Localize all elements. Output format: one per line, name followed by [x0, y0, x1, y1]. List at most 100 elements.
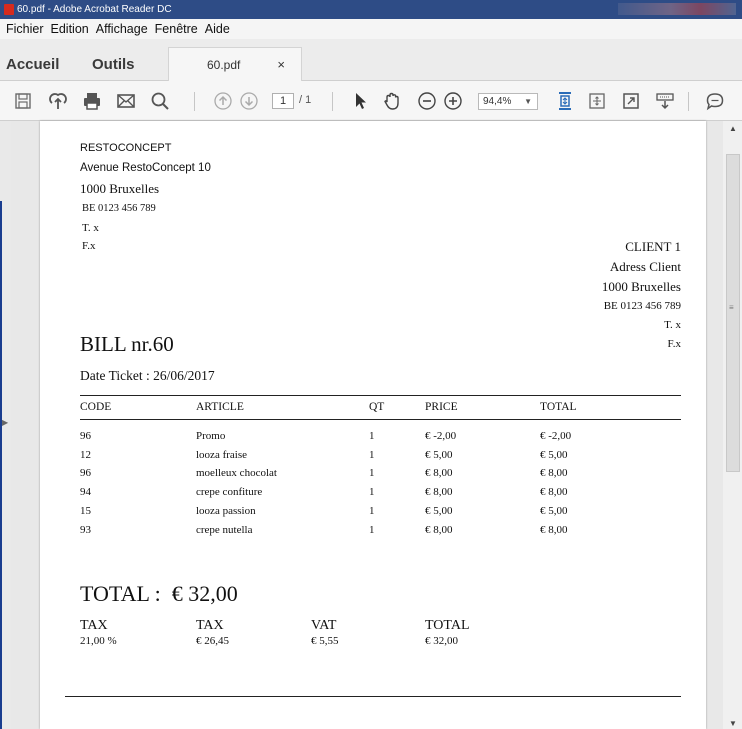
cell-total: € 8,00 — [540, 524, 568, 536]
window-title: 60.pdf - Adobe Acrobat Reader DC — [17, 4, 172, 15]
cell-total: € 8,00 — [540, 486, 568, 498]
cell-article: crepe confiture — [196, 486, 263, 498]
summary-total: € 32,00 — [425, 635, 458, 647]
scroll-down-arrow-icon[interactable]: ▼ — [729, 719, 737, 728]
search-icon[interactable] — [149, 90, 171, 112]
toolbar: 1 / 1 94,4% ▼ — [0, 81, 742, 121]
toolbar-divider — [332, 92, 333, 111]
comment-icon[interactable] — [704, 90, 726, 112]
client-city: 1000 Bruxelles — [601, 279, 681, 294]
menu-fenetre[interactable]: Fenêtre — [155, 22, 198, 36]
select-tool-icon[interactable] — [349, 90, 371, 112]
scrollbar-grip-icon: ≡ — [729, 303, 734, 312]
column-header-price: PRICE — [425, 401, 458, 413]
toolbar-divider — [688, 92, 689, 111]
tab-accueil[interactable]: Accueil — [6, 47, 59, 81]
column-header-code: CODE — [80, 401, 112, 413]
column-header-qt: QT — [369, 401, 385, 413]
pdf-page: RESTOCONCEPT Avenue RestoConcept 10 1000… — [40, 121, 706, 729]
print-icon[interactable] — [81, 90, 103, 112]
company-tel: T. x — [82, 222, 99, 234]
table-header-rule — [80, 419, 681, 420]
cell-price: € 8,00 — [425, 524, 453, 536]
client-vat: BE 0123 456 789 — [603, 300, 681, 312]
summary-header-tax-base: TAX — [196, 618, 224, 633]
toolbar-divider — [194, 92, 195, 111]
cell-price: € 5,00 — [425, 449, 453, 461]
summary-tax-base: € 26,45 — [196, 635, 229, 647]
title-bar: 60.pdf - Adobe Acrobat Reader DC — [0, 0, 742, 19]
cell-total: € 8,00 — [540, 467, 568, 479]
email-icon[interactable] — [115, 90, 137, 112]
chevron-down-icon: ▼ — [524, 97, 532, 106]
cell-qt: 1 — [369, 467, 375, 479]
page-number-input[interactable]: 1 — [272, 93, 294, 109]
zoom-value: 94,4% — [483, 96, 512, 107]
next-page-icon[interactable] — [238, 90, 260, 112]
page-total: / 1 — [299, 94, 312, 106]
hand-tool-icon[interactable] — [381, 90, 403, 112]
cell-code: 15 — [80, 505, 91, 517]
cell-code: 93 — [80, 524, 91, 536]
tab-outils[interactable]: Outils — [92, 47, 135, 81]
cell-total: € -2,00 — [540, 430, 572, 442]
menu-edition[interactable]: Edition — [51, 22, 89, 36]
cell-total: € 5,00 — [540, 505, 568, 517]
tab-bar: Accueil Outils 60.pdf × — [0, 39, 742, 82]
read-mode-icon[interactable] — [620, 90, 642, 112]
cell-qt: 1 — [369, 505, 375, 517]
acrobat-app-icon — [4, 4, 14, 15]
summary-header-vat: VAT — [311, 618, 337, 633]
scroll-up-arrow-icon[interactable]: ▲ — [729, 124, 737, 133]
window-controls[interactable] — [618, 3, 736, 15]
cell-qt: 1 — [369, 486, 375, 498]
cell-qt: 1 — [369, 524, 375, 536]
company-address: Avenue RestoConcept 10 — [80, 162, 211, 174]
summary-header-total: TOTAL — [425, 618, 470, 633]
zoom-out-icon[interactable] — [416, 90, 438, 112]
menu-aide[interactable]: Aide — [205, 22, 230, 36]
full-screen-icon[interactable] — [586, 90, 608, 112]
summary-header-tax-rate: TAX — [80, 618, 108, 633]
cell-price: € 8,00 — [425, 467, 453, 479]
company-vat: BE 0123 456 789 — [82, 203, 156, 214]
tab-document[interactable]: 60.pdf × — [168, 47, 302, 82]
cell-code: 96 — [80, 467, 91, 479]
summary-tax-rate: 21,00 % — [80, 635, 117, 647]
cell-qt: 1 — [369, 430, 375, 442]
menu-fichier[interactable]: Fichier — [6, 22, 44, 36]
table-top-rule — [80, 395, 681, 396]
left-edge-bar — [0, 201, 2, 729]
cell-article: crepe nutella — [196, 524, 253, 536]
cell-price: € 5,00 — [425, 505, 453, 517]
save-icon[interactable] — [12, 90, 34, 112]
vertical-scrollbar[interactable]: ▲ ≡ ▼ — [723, 121, 742, 729]
cell-price: € -2,00 — [425, 430, 457, 442]
upload-icon[interactable] — [47, 90, 69, 112]
footer-rule — [65, 696, 681, 697]
expand-panel-icon[interactable]: ▶ — [2, 418, 8, 427]
cell-total: € 5,00 — [540, 449, 568, 461]
zoom-in-icon[interactable] — [442, 90, 464, 112]
cell-article: Promo — [196, 430, 226, 442]
keyboard-icon[interactable] — [654, 90, 676, 112]
zoom-select[interactable]: 94,4% ▼ — [478, 93, 538, 110]
bill-title: BILL nr.60 — [80, 332, 174, 356]
previous-page-icon[interactable] — [212, 90, 234, 112]
cell-code: 94 — [80, 486, 91, 498]
menu-affichage[interactable]: Affichage — [96, 22, 148, 36]
close-tab-icon[interactable]: × — [277, 57, 285, 72]
company-city: 1000 Bruxelles — [80, 181, 160, 196]
grand-total: TOTAL : € 32,00 — [80, 581, 238, 606]
fit-page-icon[interactable] — [554, 90, 576, 112]
client-tel: T. x — [664, 319, 681, 331]
company-name: RESTOCONCEPT — [80, 142, 172, 154]
company-fax: F.x — [82, 240, 96, 252]
summary-vat: € 5,55 — [311, 635, 339, 647]
cell-price: € 8,00 — [425, 486, 453, 498]
column-header-article: ARTICLE — [196, 401, 244, 413]
scrollbar-thumb[interactable] — [726, 154, 740, 472]
menu-bar: Fichier Edition Affichage Fenêtre Aide — [0, 19, 742, 39]
cell-code: 96 — [80, 430, 91, 442]
client-fax: F.x — [667, 338, 682, 350]
